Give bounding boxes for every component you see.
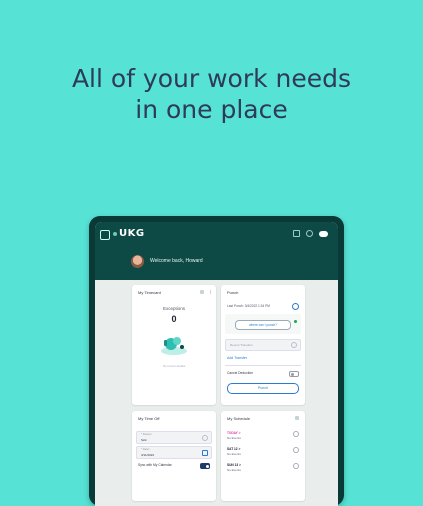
dates-field[interactable]: * Dates 3/11/2022 bbox=[136, 446, 212, 459]
my-time-off-title: My Time Off bbox=[138, 416, 160, 421]
reason-label: * Reason bbox=[141, 433, 152, 436]
schedule-day: SAT 12 > bbox=[227, 447, 241, 451]
punch-title: Punch bbox=[227, 290, 239, 295]
schedule-row[interactable]: SUN 13 > No Events bbox=[227, 463, 299, 472]
my-timecard-title: My Timecard bbox=[138, 290, 161, 295]
schedule-row[interactable]: SAT 12 > No Events bbox=[227, 447, 299, 456]
expand-icon[interactable] bbox=[295, 416, 299, 420]
recent-transfers-placeholder: Recent Transfers bbox=[230, 343, 253, 347]
reason-select[interactable]: * Reason Sick bbox=[136, 431, 212, 444]
avatar[interactable] bbox=[131, 255, 144, 268]
brand-logo: UKG bbox=[119, 228, 145, 239]
grid-icon[interactable] bbox=[293, 230, 300, 237]
settings-icon[interactable] bbox=[306, 230, 313, 237]
cancel-deduction-toggle[interactable] bbox=[289, 371, 299, 377]
menu-icon[interactable] bbox=[100, 230, 110, 240]
brand-dot bbox=[113, 232, 117, 236]
tablet-device: UKG Welcome back, Howard My Timecard Exc… bbox=[89, 216, 344, 506]
add-transfer-link[interactable]: Add Transfer bbox=[227, 356, 247, 360]
empty-state-text: No recent details bbox=[162, 364, 186, 368]
punch-button[interactable]: Punch bbox=[227, 383, 299, 394]
headline: All of your work needs in one place bbox=[0, 63, 423, 125]
headline-line-2: in one place bbox=[135, 95, 288, 124]
headline-line-1: All of your work needs bbox=[71, 64, 352, 93]
schedule-detail: No Events bbox=[227, 436, 241, 440]
schedule-day: SUN 13 > bbox=[227, 463, 241, 467]
clear-icon[interactable] bbox=[291, 342, 297, 348]
reason-value: Sick bbox=[141, 437, 147, 442]
dates-label: * Dates bbox=[141, 448, 150, 451]
cancel-deduction-label: Cancel Deduction bbox=[227, 371, 254, 375]
expand-icon[interactable] bbox=[200, 290, 204, 294]
tablet-screen: UKG Welcome back, Howard My Timecard Exc… bbox=[95, 222, 338, 506]
last-punch-text: Last Punch: 3/4/2022 1:34 PM bbox=[227, 304, 270, 308]
status-circle-icon bbox=[293, 447, 299, 453]
dates-value: 3/11/2022 bbox=[141, 452, 155, 457]
schedule-day: TODAY > bbox=[227, 431, 241, 435]
welcome-text: Welcome back, Howard bbox=[150, 258, 203, 264]
my-timecard-card: My Timecard Exceptions 0 No recent detai… bbox=[132, 285, 216, 405]
reason-clear-icon[interactable] bbox=[202, 435, 208, 441]
exceptions-label: Exceptions bbox=[162, 306, 185, 311]
info-icon[interactable] bbox=[292, 303, 299, 310]
location-pin-icon bbox=[294, 320, 297, 323]
calendar-icon[interactable] bbox=[202, 450, 208, 456]
location-link[interactable]: where can I punch? bbox=[235, 320, 291, 330]
chat-icon[interactable] bbox=[319, 230, 328, 237]
schedule-row[interactable]: TODAY > No Events bbox=[227, 431, 299, 440]
empty-state-illustration bbox=[161, 337, 187, 355]
schedule-detail: No Events bbox=[227, 468, 241, 472]
exceptions-count[interactable]: 0 bbox=[132, 314, 216, 324]
status-circle-icon bbox=[293, 431, 299, 437]
location-link-label: where can I punch? bbox=[249, 322, 277, 327]
status-circle-icon bbox=[293, 463, 299, 469]
header-actions bbox=[293, 230, 328, 237]
my-schedule-title: My Schedule bbox=[227, 416, 251, 421]
sync-calendar-toggle[interactable] bbox=[200, 463, 210, 469]
more-icon[interactable] bbox=[209, 290, 211, 294]
recent-transfers-select[interactable]: Recent Transfers bbox=[225, 339, 301, 351]
sync-calendar-label: Sync with My Calendar bbox=[138, 463, 172, 467]
schedule-detail: No Events bbox=[227, 452, 241, 456]
app-header: UKG Welcome back, Howard bbox=[95, 222, 338, 280]
punch-card: Punch Last Punch: 3/4/2022 1:34 PM where… bbox=[221, 285, 305, 405]
location-panel: where can I punch? bbox=[225, 314, 301, 334]
divider bbox=[225, 365, 301, 366]
